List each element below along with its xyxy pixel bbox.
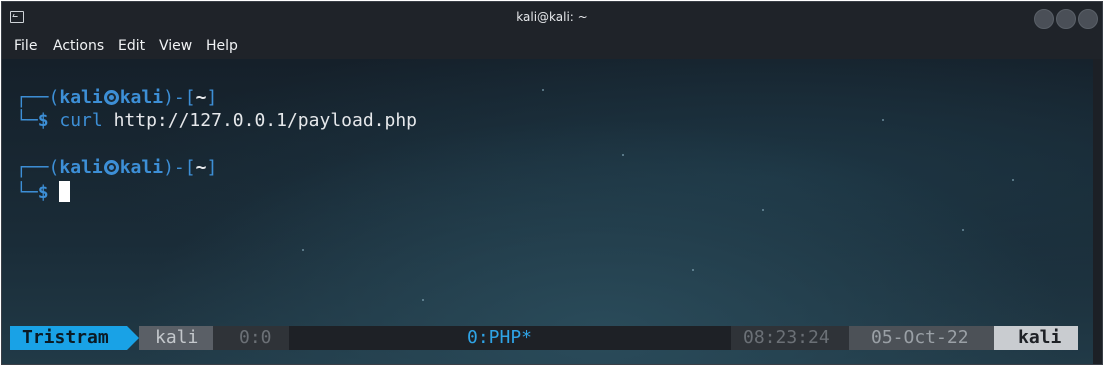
prompt-line-1-top: ┌──(kali kali)-[~] [16, 87, 217, 109]
prompt-frame-close: ] [206, 157, 218, 178]
prompt-frame-mid: )-[ [163, 87, 196, 108]
status-date: 05-Oct-22 [849, 326, 994, 350]
prompt-frame-bottom: └─ [16, 182, 38, 203]
maximize-button[interactable] [1056, 9, 1076, 29]
prompt-dollar: $ [37, 182, 49, 203]
prompt-frame: ┌──( [16, 87, 60, 108]
prompt-line-2-bottom: └─$ [16, 181, 71, 204]
terminal-window: kali@kali: ~ File Actions Edit View Help… [1, 1, 1103, 365]
prompt-line-1-bottom: └─$ curl http://127.0.0.1/payload.php [16, 110, 417, 132]
prompt-dollar: $ [37, 110, 49, 131]
scrollbar[interactable] [1093, 59, 1102, 364]
menu-view[interactable]: View [159, 38, 192, 54]
terminal-area[interactable]: ┌──(kali kali)-[~] └─$ curl http://127.0.… [2, 59, 1093, 364]
prompt-frame: ┌──( [16, 157, 60, 178]
prompt-frame-mid: )-[ [163, 157, 196, 178]
window-title: kali@kali: ~ [516, 10, 588, 24]
kali-skull-icon [103, 90, 119, 105]
status-filler-left [289, 326, 451, 350]
prompt-path: ~ [195, 87, 207, 108]
menu-file[interactable]: File [14, 38, 37, 54]
prompt-line-2-top: ┌──(kali kali)-[~] [16, 157, 217, 179]
prompt-frame-bottom: └─ [16, 110, 38, 131]
status-session: Tristram [10, 326, 127, 350]
prompt-user: kali [59, 87, 103, 108]
status-time: 08:23:24 [731, 326, 849, 350]
prompt-host: kali [119, 157, 164, 178]
status-filler-right [553, 326, 731, 350]
command-argument: http://127.0.0.1/payload.php [113, 110, 418, 131]
prompt-path: ~ [195, 157, 207, 178]
status-host: kali [994, 326, 1078, 350]
close-button[interactable] [1078, 9, 1098, 29]
menu-actions[interactable]: Actions [53, 38, 104, 54]
prompt-frame-close: ] [206, 87, 218, 108]
status-pane: 0:0 [213, 326, 289, 350]
command-name: curl [59, 110, 103, 131]
menu-bar: File Actions Edit View Help [2, 33, 1102, 59]
menu-edit[interactable]: Edit [118, 38, 145, 54]
minimize-button[interactable] [1034, 9, 1054, 29]
text-cursor [59, 181, 71, 202]
title-bar[interactable]: kali@kali: ~ [2, 2, 1102, 33]
menu-help[interactable]: Help [206, 38, 238, 54]
status-window[interactable]: 0:PHP* [451, 326, 553, 350]
kali-skull-icon [103, 160, 119, 175]
prompt-user: kali [59, 157, 103, 178]
status-user: kali [139, 326, 213, 350]
prompt-host: kali [119, 87, 164, 108]
